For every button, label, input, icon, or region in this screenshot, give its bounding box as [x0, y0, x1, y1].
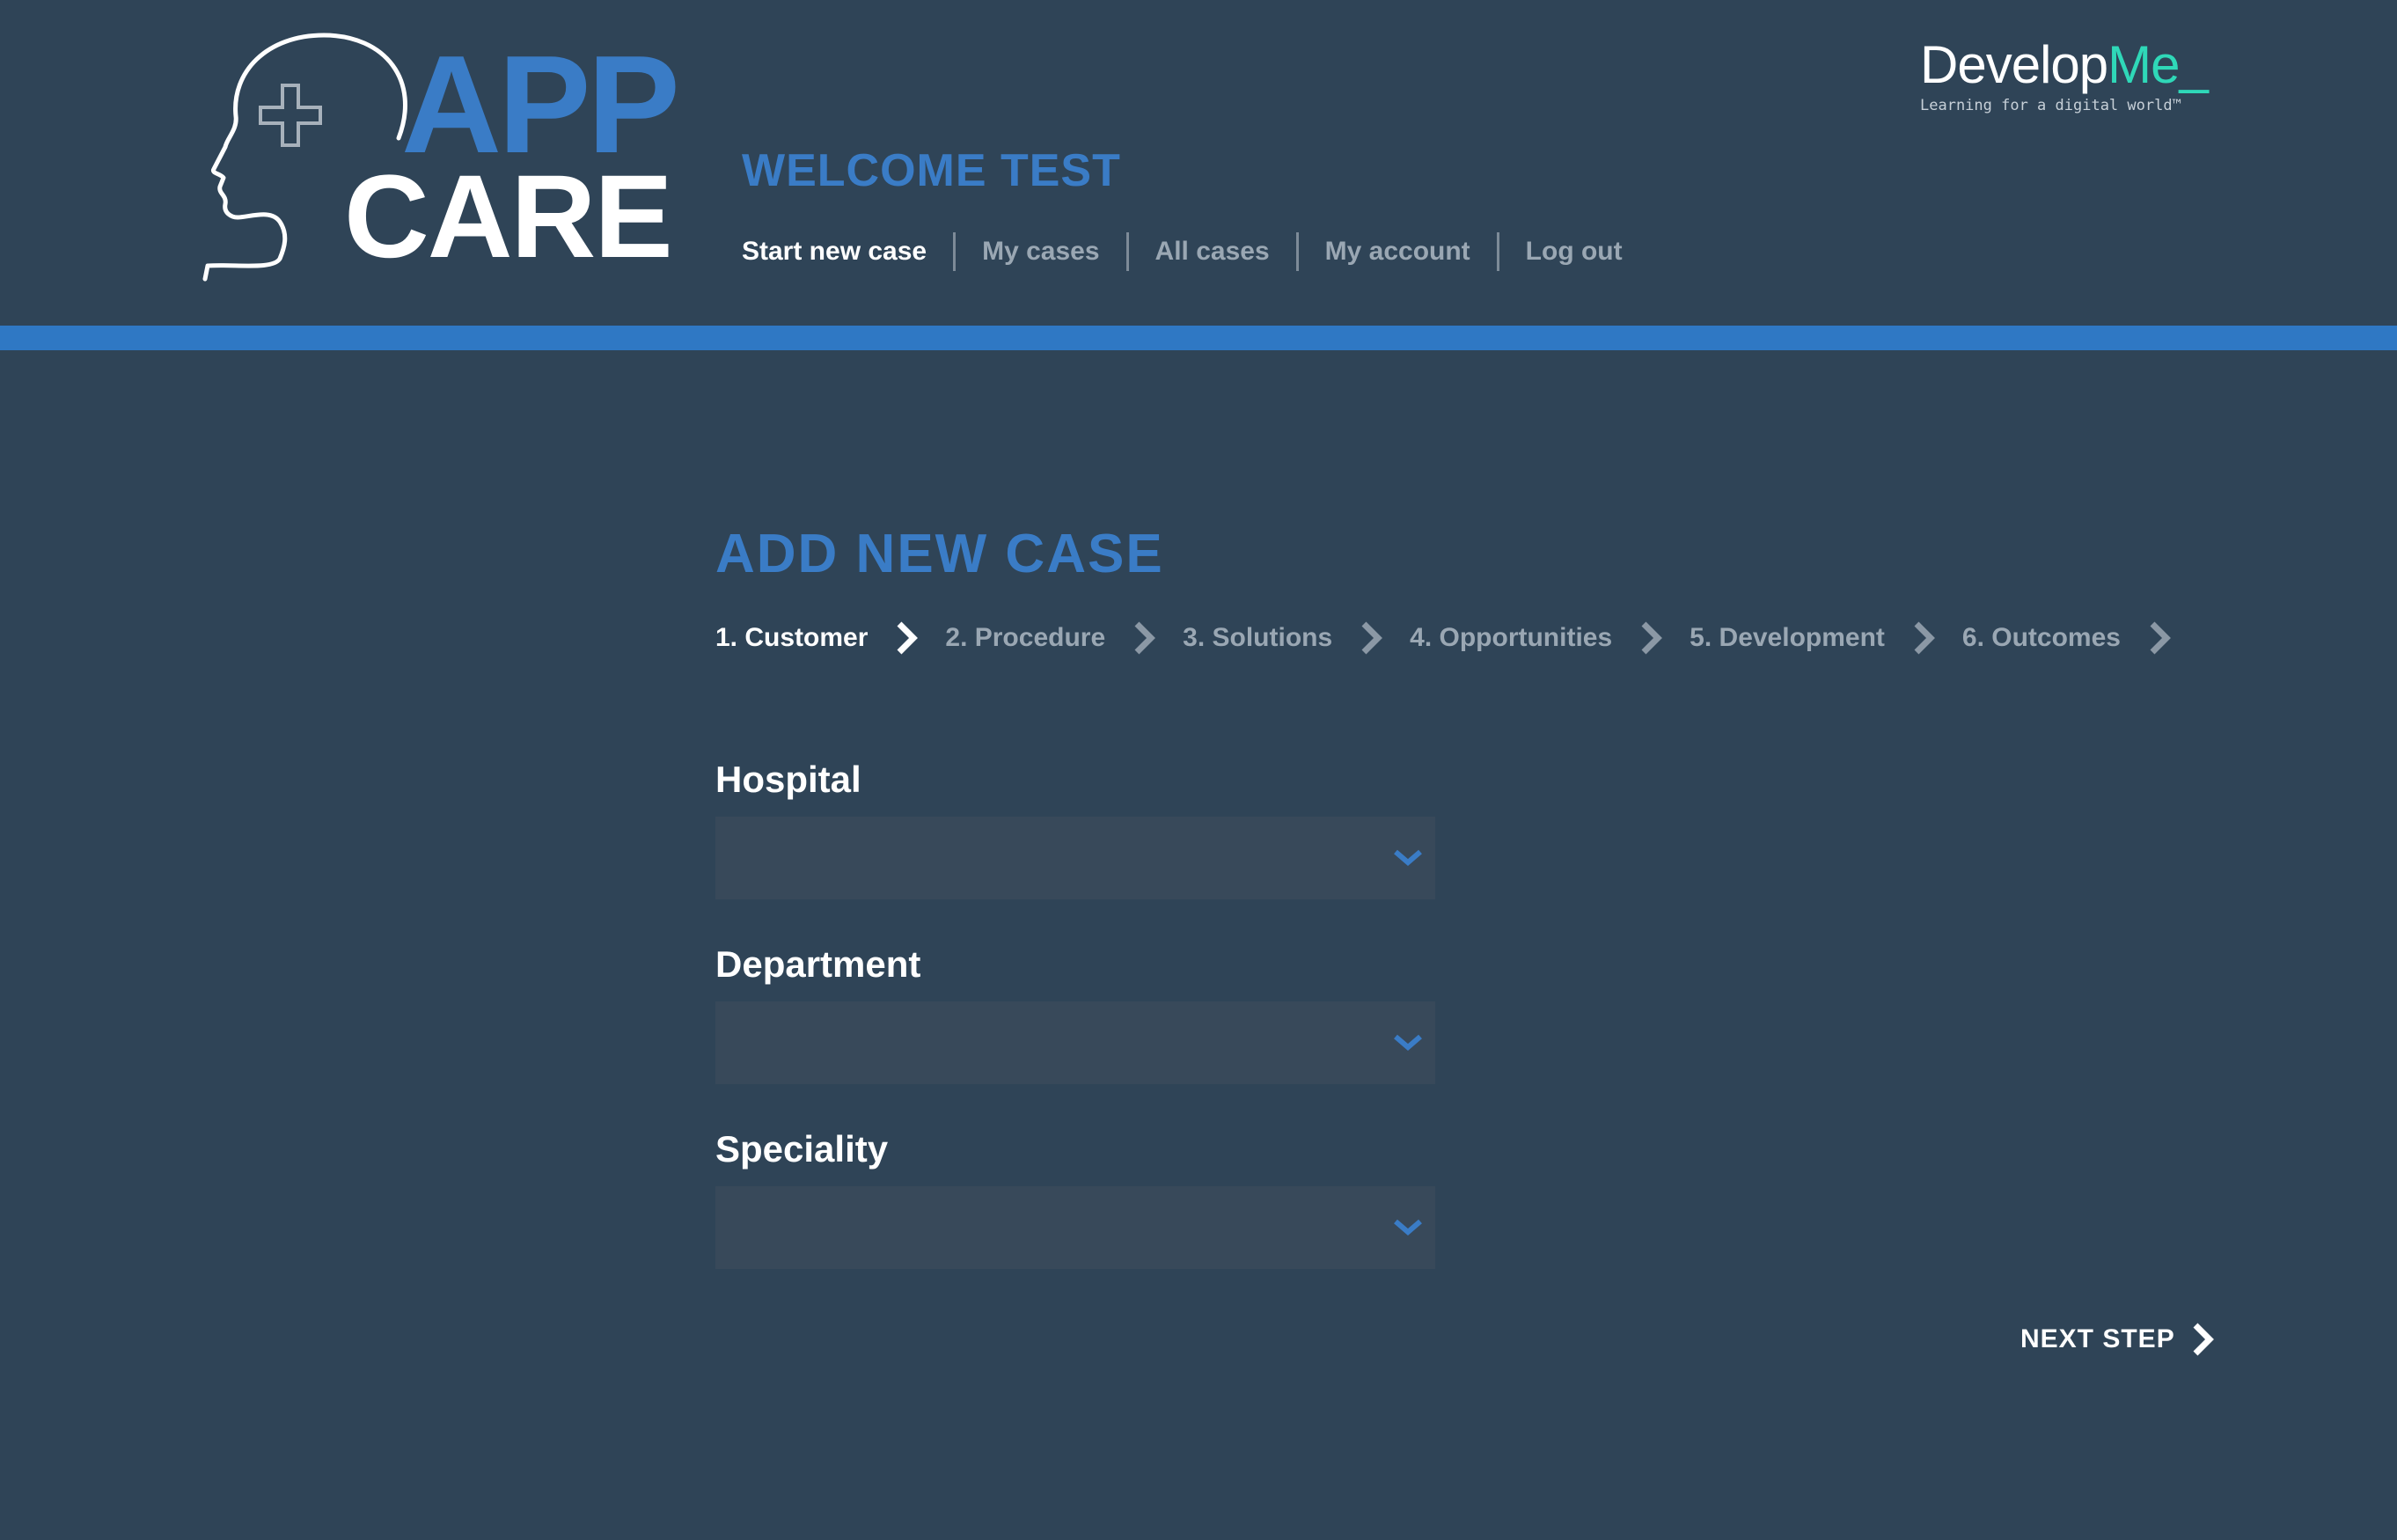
next-step-button[interactable]: NEXT STEP: [2020, 1318, 2214, 1360]
developme-logo[interactable]: DevelopMe_ Learning for a digital world™: [1920, 39, 2209, 118]
brand-name: DevelopMe_: [1920, 39, 2209, 92]
nav-divider: [953, 232, 957, 271]
chevron-right-icon: [2193, 1323, 2214, 1356]
chevron-right-icon: [1914, 621, 1935, 655]
nav-my-account[interactable]: My account: [1325, 237, 1470, 267]
speciality-label: Speciality: [715, 1128, 889, 1170]
step-outcomes[interactable]: 6. Outcomes: [1962, 623, 2121, 653]
step-progress: 1. Customer 2. Procedure 3. Solutions 4.…: [715, 616, 2198, 660]
next-step-label: NEXT STEP: [2020, 1324, 2175, 1353]
step-procedure[interactable]: 2. Procedure: [945, 623, 1105, 653]
step-development[interactable]: 5. Development: [1690, 623, 1885, 653]
main-nav: Start new case My cases All cases My acc…: [742, 231, 1623, 273]
logo-care-text: CARE: [344, 151, 673, 282]
nav-divider: [1295, 232, 1299, 271]
department-select[interactable]: [715, 1001, 1435, 1084]
nav-divider: [1496, 232, 1499, 271]
step-solutions[interactable]: 3. Solutions: [1183, 623, 1332, 653]
step-customer[interactable]: 1. Customer: [715, 623, 868, 653]
nav-all-cases[interactable]: All cases: [1155, 237, 1270, 267]
nav-my-cases[interactable]: My cases: [982, 237, 1099, 267]
chevron-down-icon: [1394, 1034, 1422, 1051]
brand-name-accent: Me_: [2107, 35, 2209, 94]
page-title: ADD NEW CASE: [715, 524, 1164, 584]
nav-divider: [1125, 232, 1129, 271]
brand-name-main: Develop: [1920, 35, 2108, 94]
step-opportunities[interactable]: 4. Opportunities: [1410, 623, 1612, 653]
hospital-select[interactable]: [715, 817, 1435, 899]
chevron-right-icon: [1641, 621, 1663, 655]
nav-log-out[interactable]: Log out: [1526, 237, 1623, 267]
department-label: Department: [715, 943, 921, 985]
chevron-right-icon: [2150, 621, 2171, 655]
brand-tagline: Learning for a digital world™: [1920, 97, 2181, 114]
chevron-down-icon: [1394, 849, 1422, 866]
chevron-right-icon: [897, 621, 919, 655]
speciality-select[interactable]: [715, 1186, 1435, 1269]
header-divider-bar: [0, 326, 2397, 350]
welcome-heading: WELCOME TEST: [742, 145, 1121, 196]
chevron-right-icon: [1134, 621, 1156, 655]
hospital-label: Hospital: [715, 759, 861, 800]
chevron-down-icon: [1394, 1219, 1422, 1236]
chevron-right-icon: [1361, 621, 1383, 655]
nav-start-new-case[interactable]: Start new case: [742, 237, 927, 267]
app-care-logo[interactable]: APP CARE: [201, 28, 680, 292]
